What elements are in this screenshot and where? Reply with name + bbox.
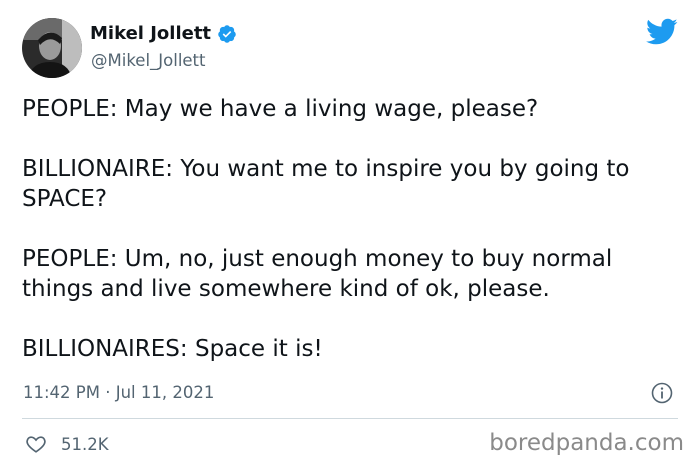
like-button[interactable]: 51.2K [25,432,109,456]
verified-badge-icon [218,25,236,43]
tweet-text: PEOPLE: May we have a living wage, pleas… [22,96,630,362]
author-name-row[interactable]: Mikel Jollett [90,22,237,46]
profile-photo-icon [22,18,82,78]
avatar[interactable] [22,18,82,78]
twitter-bird-icon[interactable] [646,18,678,46]
author-display-name[interactable]: Mikel Jollett [90,22,211,46]
tweet-timestamp[interactable]: 11:42 PM · Jul 11, 2021 [23,381,214,405]
watermark: boredpanda.com [489,430,684,456]
author-handle[interactable]: @Mikel_Jollett [91,50,206,72]
heart-icon [26,436,46,453]
like-count: 51.2K [61,434,109,454]
divider [22,418,678,419]
info-icon[interactable] [651,382,673,404]
